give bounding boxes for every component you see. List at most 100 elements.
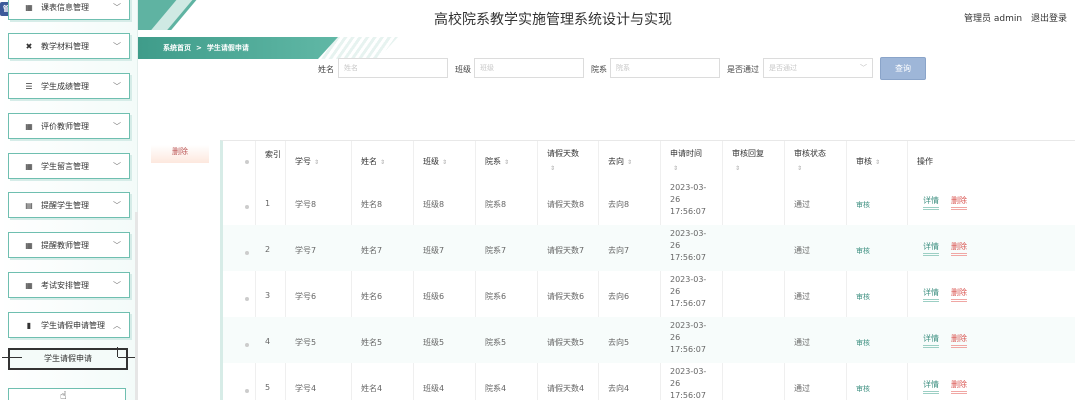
approved-select[interactable]: 是否通过 ﹀: [763, 58, 873, 78]
delete-link[interactable]: 删除: [951, 379, 967, 394]
cell-name: 姓名8: [361, 200, 383, 209]
delete-link[interactable]: 删除: [951, 333, 967, 348]
cell-status: 通过: [794, 292, 810, 301]
review-link[interactable]: 审核: [856, 338, 870, 348]
briefcase-icon: ▤: [25, 200, 33, 210]
chevron-icon: ﹀: [113, 42, 121, 51]
sidebar-item[interactable]: ✖ 教学材料管理 ﹀: [8, 33, 130, 59]
header-review[interactable]: 审核 ⇕: [856, 156, 880, 167]
sidebar-scrollbar[interactable]: [135, 212, 138, 400]
cell-apply-time: 2023-03-26 17:56:07: [670, 229, 707, 262]
review-link[interactable]: 审核: [856, 292, 870, 302]
row-checkbox[interactable]: [245, 251, 249, 255]
header-label: 操作: [917, 157, 933, 166]
header-label: 学号: [295, 157, 311, 166]
chevron-icon: ﹀: [113, 82, 121, 91]
sidebar-item[interactable]: ▦ 考试安排管理 ﹀: [8, 272, 130, 298]
cell-student-no: 学号7: [295, 246, 317, 255]
user-area: 管理员 admin 退出登录: [958, 11, 1067, 24]
sidebar-item-label: 提醒学生管理: [41, 200, 89, 210]
submenu-item-leave-apply[interactable]: 学生请假申请: [2, 347, 138, 370]
chevron-icon: ﹀: [113, 162, 121, 171]
header-name[interactable]: 姓名 ⇕: [361, 156, 385, 167]
breadcrumb-home[interactable]: 系统首页: [163, 44, 191, 52]
sort-icon[interactable]: ⇕: [314, 159, 319, 166]
search-label-name: 姓名: [318, 65, 334, 74]
table-row[interactable]: [223, 271, 1075, 317]
sort-icon[interactable]: ⇕: [673, 165, 678, 172]
detail-link[interactable]: 详情: [923, 287, 939, 302]
sidebar-item[interactable]: ▦ 评价教师管理 ﹀: [8, 113, 130, 139]
grid-icon: ▦: [25, 121, 33, 131]
header-ops: 操作: [917, 156, 933, 167]
header-reply[interactable]: 审核回复 ⇕: [732, 147, 764, 176]
breadcrumb-separator: >: [196, 44, 202, 52]
logout-link[interactable]: 退出登录: [1031, 14, 1067, 24]
table-row[interactable]: [223, 363, 1075, 400]
chevron-icon: ﹀: [113, 201, 121, 210]
chevron-icon: ﹀: [113, 241, 121, 250]
delete-link[interactable]: 删除: [951, 195, 967, 210]
detail-link[interactable]: 详情: [923, 333, 939, 348]
table-row[interactable]: [223, 317, 1075, 363]
cell-destination: 去向4: [608, 384, 630, 393]
class-input[interactable]: 班级: [474, 58, 584, 78]
sidebar-item-label: 评价教师管理: [41, 121, 89, 131]
header-destination[interactable]: 去向 ⇕: [608, 156, 632, 167]
sort-icon[interactable]: ⇕: [797, 165, 802, 172]
sort-icon[interactable]: ⇕: [504, 159, 509, 166]
header-apply-time[interactable]: 申请时间 ⇕: [670, 147, 702, 176]
header-label: 索引: [265, 150, 281, 159]
detail-link[interactable]: 详情: [923, 241, 939, 256]
cell-days: 请假天数5: [547, 338, 585, 347]
table-row[interactable]: [223, 225, 1075, 271]
query-button[interactable]: 查询: [880, 57, 926, 80]
header-label: 姓名: [361, 157, 377, 166]
delete-link[interactable]: 删除: [951, 287, 967, 302]
cell-status: 通过: [794, 338, 810, 347]
cell-index: 5: [265, 383, 271, 392]
sort-icon[interactable]: ⇕: [875, 159, 880, 166]
row-checkbox[interactable]: [245, 297, 249, 301]
sidebar-item[interactable]: ☰ 学生成绩管理 ﹀: [8, 73, 130, 99]
row-checkbox[interactable]: [245, 389, 249, 393]
header-class[interactable]: 班级 ⇕: [423, 156, 447, 167]
sidebar-item[interactable]: ▦ 学生留言管理 ﹀: [8, 153, 130, 179]
review-link[interactable]: 审核: [856, 384, 870, 394]
sidebar-item[interactable]: ▮ 学生请假申请管理 ︿: [8, 312, 130, 338]
hand-cursor-icon: ☝: [60, 389, 67, 400]
detail-link[interactable]: 详情: [923, 379, 939, 394]
header-days[interactable]: 请假天数 ⇕: [547, 147, 579, 176]
table-row[interactable]: [223, 179, 1075, 225]
select-all-checkbox[interactable]: [245, 160, 249, 164]
cell-destination: 去向6: [608, 292, 630, 301]
sidebar-item[interactable]: ▦ 提醒教师管理 ﹀: [8, 232, 130, 258]
header-label: 申请时间: [670, 149, 702, 158]
name-input[interactable]: 姓名: [338, 58, 448, 78]
header-status[interactable]: 审核状态 ⇕: [794, 147, 826, 176]
batch-delete-button[interactable]: 删除: [151, 145, 209, 163]
sidebar: 管理 ▦课表信息管理﹀✖教学材料管理﹀☰学生成绩管理﹀▦评价教师管理﹀▦学生留言…: [0, 0, 138, 400]
sidebar-item[interactable]: ▦ 课表信息管理 ﹀: [8, 0, 130, 20]
dept-input[interactable]: 院系: [610, 58, 720, 78]
header-dept[interactable]: 院系 ⇕: [485, 156, 509, 167]
sidebar-item-next[interactable]: [8, 388, 126, 400]
delete-link[interactable]: 删除: [951, 241, 967, 256]
cell-days: 请假天数7: [547, 246, 585, 255]
header-student-no[interactable]: 学号 ⇕: [295, 156, 319, 167]
row-checkbox[interactable]: [245, 205, 249, 209]
sort-icon[interactable]: ⇕: [380, 159, 385, 166]
breadcrumb-current: 学生请假申请: [206, 44, 249, 52]
sort-icon[interactable]: ⇕: [550, 165, 555, 172]
sidebar-item-label: 课表信息管理: [41, 2, 89, 12]
sort-icon[interactable]: ⇕: [735, 165, 740, 172]
row-checkbox[interactable]: [245, 343, 249, 347]
review-link[interactable]: 审核: [856, 200, 870, 210]
review-link[interactable]: 审核: [856, 246, 870, 256]
header-label: 审核状态: [794, 149, 826, 158]
detail-link[interactable]: 详情: [923, 195, 939, 210]
sort-icon[interactable]: ⇕: [627, 159, 632, 166]
sort-icon[interactable]: ⇕: [442, 159, 447, 166]
sidebar-item[interactable]: ▤ 提醒学生管理 ﹀: [8, 192, 130, 218]
cell-student-no: 学号5: [295, 338, 317, 347]
